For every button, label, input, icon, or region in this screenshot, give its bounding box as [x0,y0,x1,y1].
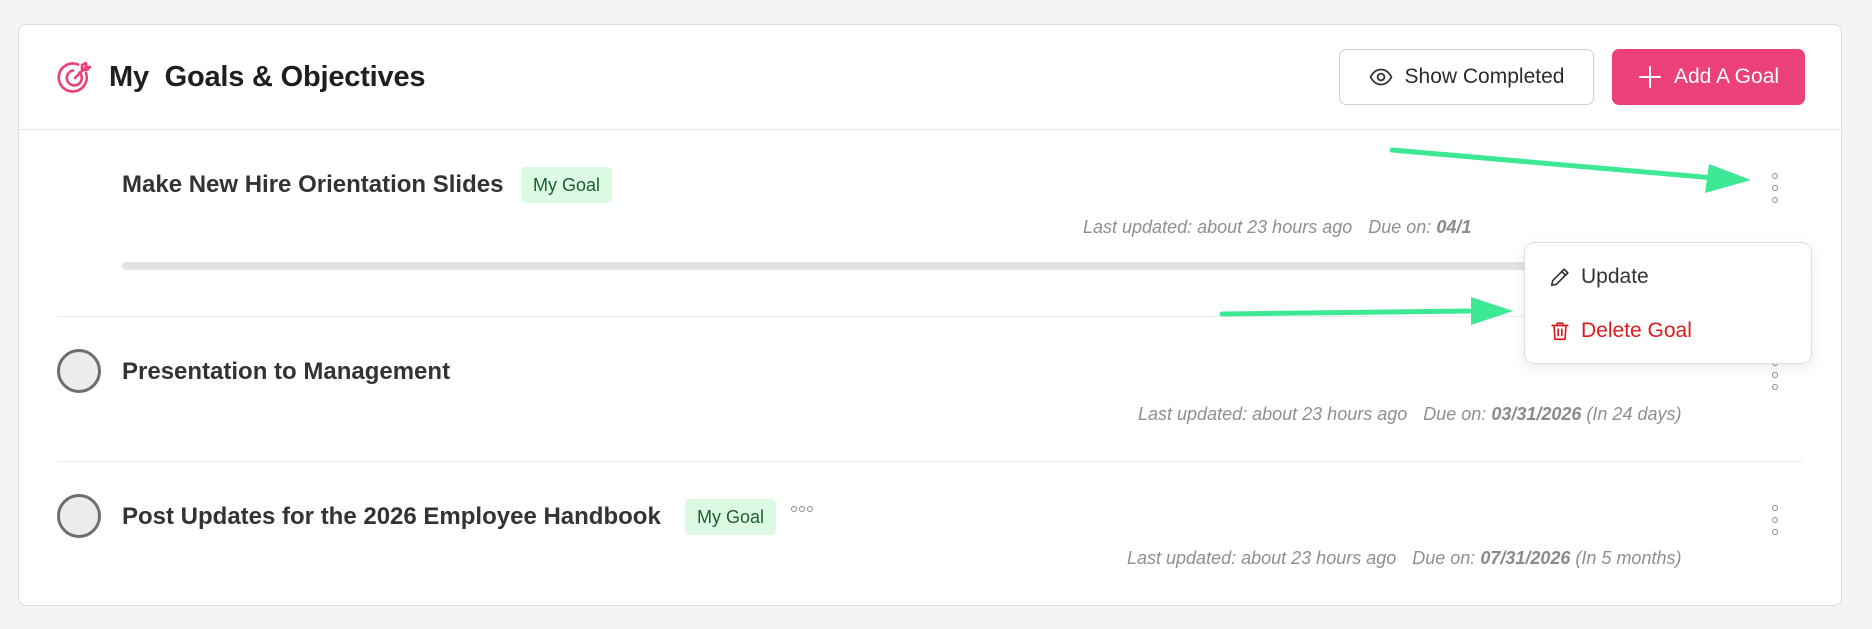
add-goal-button[interactable]: Add A Goal [1612,49,1805,105]
delete-goal-menu-item[interactable]: Delete Goal [1549,319,1692,343]
goal-title[interactable]: Make New Hire Orientation Slides [122,171,503,199]
due-date: 07/31/2026 [1480,548,1571,568]
due-date: 03/31/2026 [1491,404,1582,424]
add-goal-label: Add A Goal [1673,65,1780,88]
goal-actions-menu: Update Delete Goal [1524,242,1812,364]
goals-card: My Goals & Objectives Show Completed Add… [18,24,1842,606]
goal-meta: Last updated: about 23 hours ago Due on: … [1127,548,1682,568]
goal-meta: Last updated: about 23 hours ago Due on: … [1138,404,1682,424]
due-relative: (In 5 months) [1575,548,1682,568]
goal-complete-toggle[interactable] [57,349,101,393]
card-header: My Goals & Objectives Show Completed Add… [19,25,1841,130]
page-title: My Goals & Objectives [109,61,426,93]
goal-tag: My Goal [685,499,777,535]
more-indicator-icon[interactable] [791,506,813,512]
plus-icon [1638,66,1661,88]
annotation-arrow-to-kebab [1389,147,1751,193]
eye-icon [1369,68,1392,86]
goal-title[interactable]: Presentation to Management [122,358,450,386]
show-completed-label: Show Completed [1404,65,1565,88]
goal-menu-kebab[interactable] [1768,173,1782,203]
delete-goal-label: Delete Goal [1581,319,1692,342]
target-icon [57,61,92,93]
trash-icon [1551,322,1569,341]
due-relative: (In 24 days) [1586,404,1682,424]
goal-tag: My Goal [521,167,613,203]
goal-divider [57,461,1803,462]
goal-menu-kebab[interactable] [1768,505,1782,535]
annotation-arrow-to-delete [1219,297,1513,325]
pencil-icon [1550,268,1569,287]
show-completed-button[interactable]: Show Completed [1339,49,1594,105]
due-date: 04/1 [1436,217,1472,237]
goal-meta: Last updated: about 23 hours ago Due on: … [1083,217,1472,237]
goal-menu-kebab[interactable] [1768,360,1782,390]
goal-complete-toggle[interactable] [57,494,101,538]
update-menu-item[interactable]: Update [1549,265,1649,289]
update-label: Update [1581,265,1649,288]
goal-title[interactable]: Post Updates for the 2026 Employee Handb… [122,503,661,531]
